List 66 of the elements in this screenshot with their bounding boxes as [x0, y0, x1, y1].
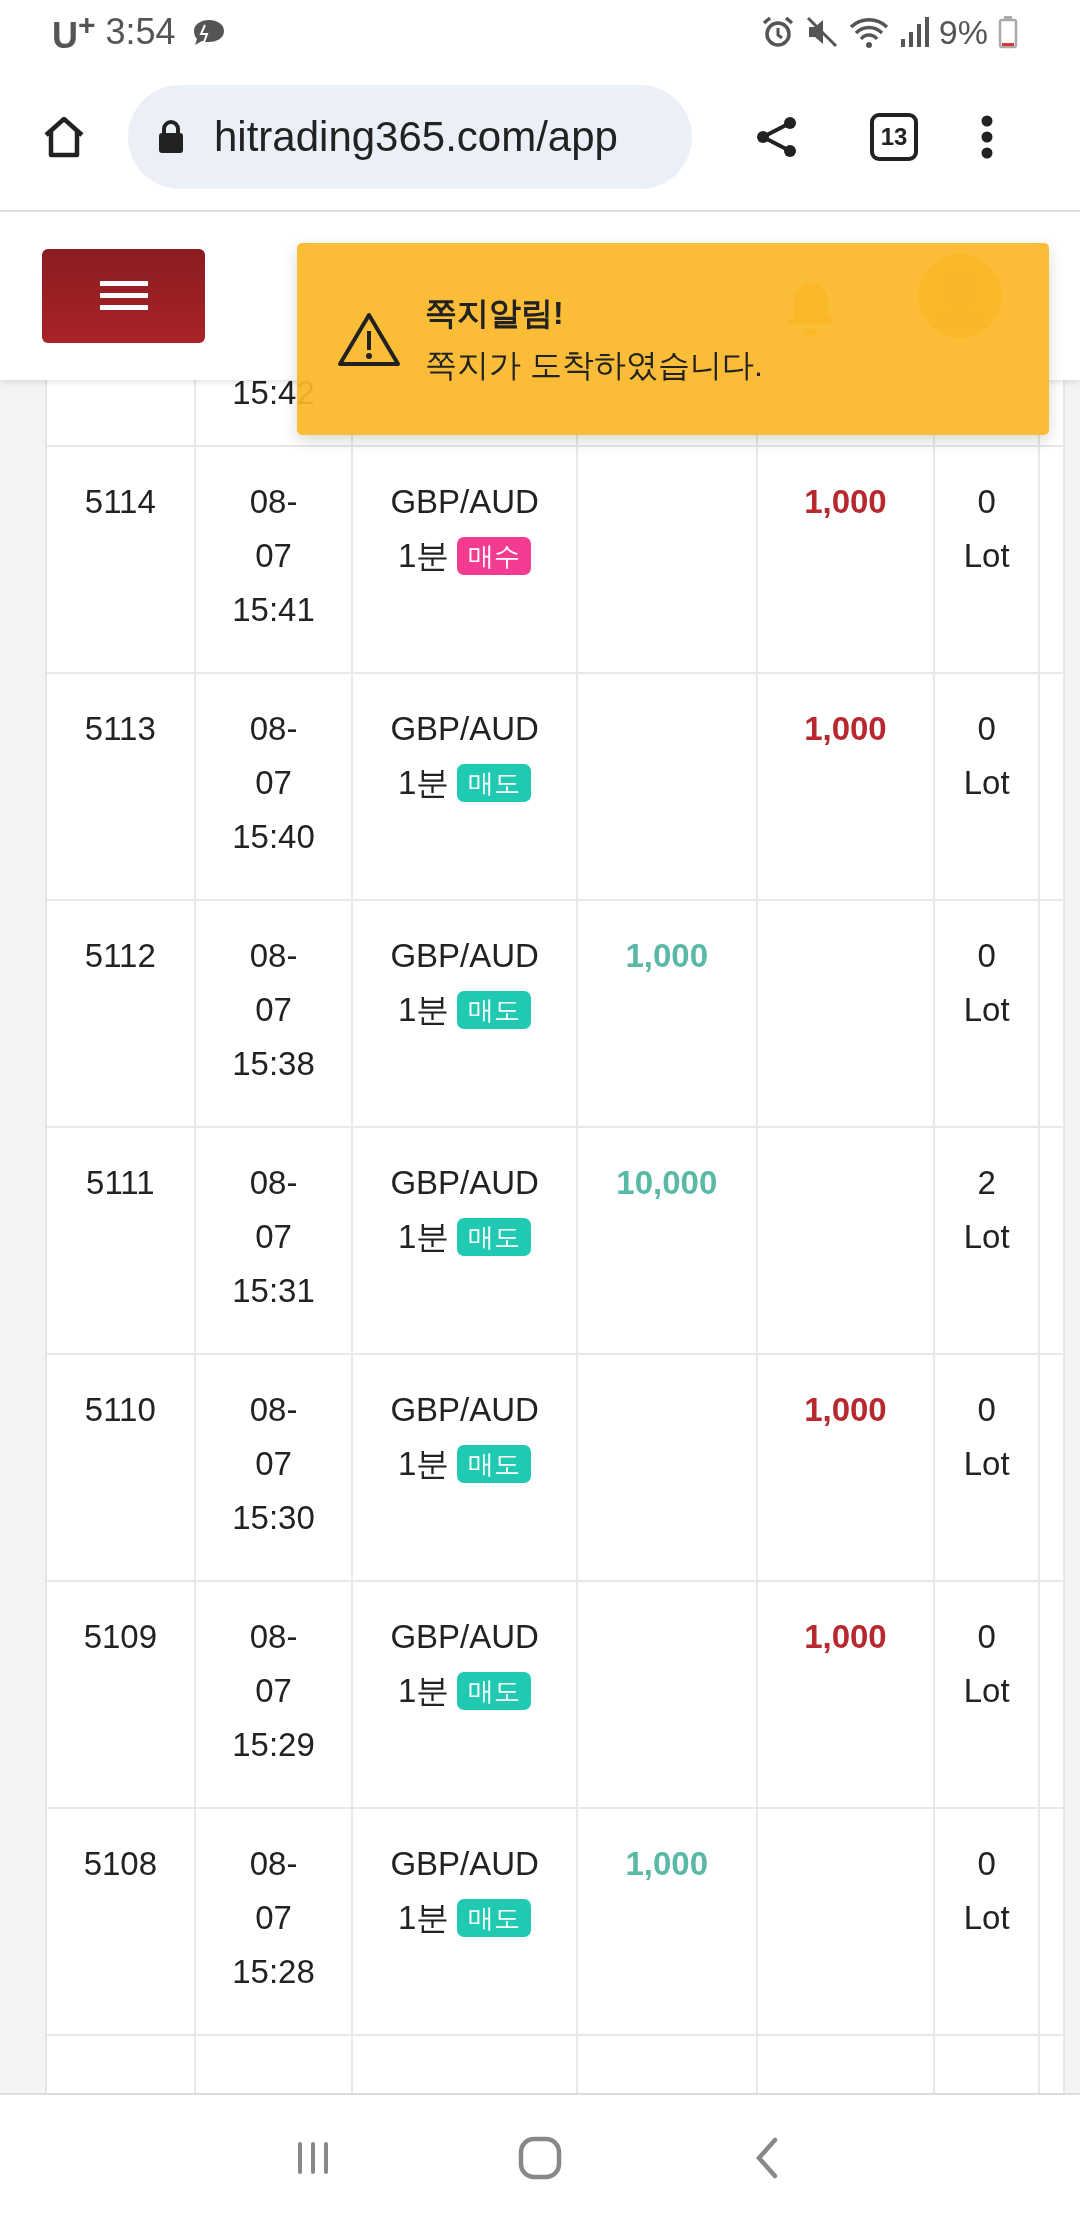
table-cell-text: 5111	[86, 1163, 155, 1203]
table-cell-text: 0 Lot	[963, 936, 1010, 1030]
side-badge: 매도	[457, 1899, 532, 1937]
address-bar[interactable]: hitrading365.com/app	[128, 85, 692, 189]
table-cell-text: 5114	[84, 482, 156, 522]
side-badge: 매수	[457, 537, 532, 575]
table-cell-text: 0 Lot	[963, 482, 1010, 576]
table-cell-text: 2 Lot	[963, 1163, 1010, 1257]
side-badge: 매도	[457, 764, 532, 802]
side-badge: 매도	[457, 1672, 532, 1710]
table-cell-text: GBP/AUD	[390, 709, 539, 749]
clock-time: 3:54	[105, 11, 176, 53]
table-cell-text: 5112	[84, 936, 156, 976]
table-cell-text: GBP/AUD	[390, 1617, 539, 1657]
table-cell-text: 1분	[398, 536, 450, 576]
battery-percent: 9%	[938, 12, 988, 52]
table-cell-text: 1,000	[625, 1844, 709, 1884]
toast-title: 쪽지알림!	[425, 294, 565, 333]
lock-icon	[156, 119, 186, 155]
table-cell-text: 08-07 15:29	[232, 1617, 315, 1765]
side-badge: 매도	[457, 1218, 532, 1256]
table-cell-text: 1,000	[804, 1390, 887, 1430]
home-button-icon[interactable]	[518, 2135, 562, 2180]
carrier-label: U$^{+}$	[52, 7, 96, 57]
table-cell-text: GBP/AUD	[390, 482, 539, 522]
table-cell-text: GBP/AUD	[390, 936, 539, 976]
wifi-icon	[848, 15, 889, 49]
table-cell-text: 10,000	[616, 1163, 718, 1203]
table-cell-text: 5110	[84, 1390, 156, 1430]
table-cell-text: 08-07 15:30	[232, 1390, 315, 1538]
side-badge: 매도	[457, 1445, 532, 1483]
table-cell-text: GBP/AUD	[390, 1163, 539, 1203]
table-cell-text: 5108	[83, 1844, 158, 1884]
table-cell-text: 0 Lot	[963, 1617, 1010, 1711]
table-cell-text: 1분	[398, 1444, 450, 1484]
table-cell-text: 1분	[398, 990, 450, 1030]
table-cell-text: 1분	[398, 1217, 450, 1257]
table-cell-text: 1,000	[804, 709, 887, 749]
table-cell-text: 1분	[398, 1671, 450, 1711]
signal-icon	[898, 15, 929, 49]
table-cell-text: 0 Lot	[963, 1844, 1010, 1938]
tab-switcher-button[interactable]: 13	[870, 113, 918, 161]
table-cell-text: 1,000	[804, 1617, 887, 1657]
table-cell-text: 08-07 15:41	[232, 482, 315, 630]
table-cell-text: 08-07 15:40	[232, 709, 315, 857]
menu-button[interactable]	[42, 249, 205, 343]
table-cell-text: 5113	[84, 709, 156, 749]
table-cell-text: 08-07 15:28	[232, 1844, 315, 1992]
table-cell-text: GBP/AUD	[390, 1844, 539, 1884]
side-badge: 매도	[457, 991, 532, 1029]
table-cell-text: 0 Lot	[963, 1390, 1010, 1484]
battery-icon	[998, 15, 1018, 49]
warning-icon	[337, 311, 401, 367]
table-cell-text: 5109	[83, 1617, 158, 1657]
toast-message: 쪽지가 도착하였습니다.	[425, 346, 763, 385]
table-cell-text: 0 Lot	[963, 709, 1010, 803]
table-cell-text: 08-07 15:31	[232, 1163, 315, 1311]
alarm-icon	[760, 15, 795, 49]
table-cell-text: 1분	[398, 1898, 450, 1938]
more-options-icon[interactable]	[980, 114, 994, 160]
table-cell-text: 1,000	[804, 482, 887, 522]
mute-icon	[804, 15, 839, 49]
table-cell-text: GBP/AUD	[390, 1390, 539, 1430]
table-cell-text: 1,000	[625, 936, 709, 976]
table-cell-text: 08-07 15:38	[232, 936, 315, 1084]
table-cell-text: 1분	[398, 763, 450, 803]
